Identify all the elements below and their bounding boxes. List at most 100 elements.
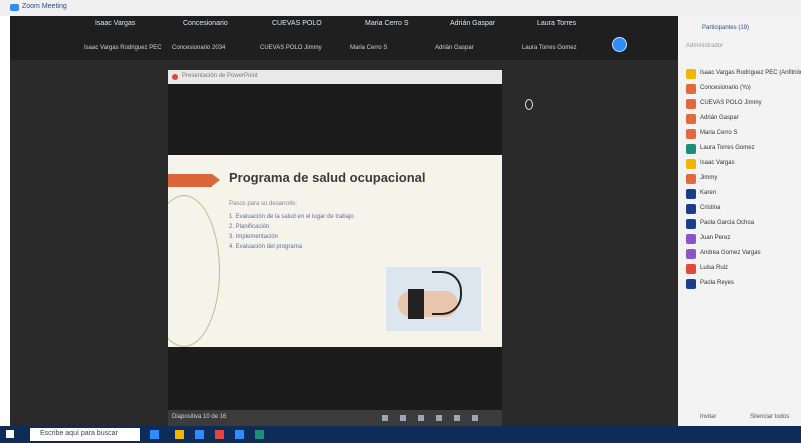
participant-row[interactable]: Maria Cerro S xyxy=(686,128,801,140)
slide-list-item: 1. Evaluación de la salud en el lugar de… xyxy=(229,214,354,220)
participant-avatar xyxy=(686,249,696,259)
taskbar-search[interactable]: Escribe aquí para buscar xyxy=(30,428,140,441)
slide-list-item: 4. Evaluación del programa xyxy=(229,244,303,250)
participant-subname: Concesionario 2034 xyxy=(172,45,226,51)
participant-name: Adrián Gaspar xyxy=(700,115,739,121)
window-titlebar: Zoom Meeting xyxy=(0,0,801,16)
search-placeholder: Escribe aquí para buscar xyxy=(40,430,118,437)
panel-footer: Invitar Silenciar todos xyxy=(678,412,801,426)
windows-start-icon[interactable] xyxy=(6,430,14,438)
participant-tile-name[interactable]: Adrián Gaspar xyxy=(450,20,495,27)
task-view-icon[interactable] xyxy=(150,430,159,439)
participant-avatar xyxy=(686,69,696,79)
title-accent-bar xyxy=(168,174,212,187)
participant-subname: Isaac Vargas Rodriguez PEC xyxy=(84,45,162,51)
participant-name: CUEVAS POLO Jimmy xyxy=(700,100,762,106)
participant-tile-name[interactable]: Laura Torres xyxy=(537,20,576,27)
zoom-slider-icon[interactable] xyxy=(472,415,478,421)
participant-subname: CUEVAS POLO Jimmy xyxy=(260,45,322,51)
participant-subname: Maria Cerro S xyxy=(350,45,388,51)
participant-name: Karen xyxy=(700,190,717,196)
slide-intro: Pasos para su desarrollo: xyxy=(229,201,298,207)
participants-panel: Participantes (19) Administrador Isaac V… xyxy=(678,16,801,426)
stethoscope-shape xyxy=(432,271,462,315)
slide-title: Programa de salud ocupacional xyxy=(229,170,426,185)
slide-list-item: 3. Implementación xyxy=(229,234,279,240)
blood-pressure-photo xyxy=(386,267,481,331)
presentation-slide: Programa de salud ocupacional Pasos para… xyxy=(168,155,502,347)
windows-taskbar: Escribe aquí para buscar xyxy=(0,426,801,443)
mute-all-button[interactable]: Silenciar todos xyxy=(750,414,789,420)
participant-row[interactable]: Isaac Vargas Rodriguez PEC (Anfitrión) xyxy=(686,68,801,80)
slide-list-item: 2. Planificación xyxy=(229,224,270,230)
participant-tile-name[interactable]: Isaac Vargas xyxy=(95,20,135,27)
participant-row[interactable]: Karen xyxy=(686,188,801,200)
slide-list: 1. Evaluación de la salud en el lugar de… xyxy=(229,212,354,252)
edge-icon[interactable] xyxy=(195,430,204,439)
participant-avatar xyxy=(686,219,696,229)
participant-row[interactable]: Cristina xyxy=(686,203,801,215)
normal-view-icon[interactable] xyxy=(418,415,424,421)
participant-avatar xyxy=(686,189,696,199)
participant-name: Jimmy xyxy=(700,175,718,181)
cuff-shape xyxy=(408,289,424,319)
participant-name: Cristina xyxy=(700,205,721,211)
invite-button[interactable]: Invitar xyxy=(700,414,716,420)
app-icon[interactable] xyxy=(255,430,264,439)
participant-avatar xyxy=(686,114,696,124)
powerpoint-app-icon[interactable] xyxy=(215,430,224,439)
participant-name: Laura Torres Gomez xyxy=(700,145,755,151)
participant-row[interactable]: Luisa Ruiz xyxy=(686,263,801,275)
participant-avatar xyxy=(686,159,696,169)
slideshow-icon[interactable] xyxy=(454,415,460,421)
mouse-cursor-icon xyxy=(525,99,533,110)
slide-decoration xyxy=(168,195,220,347)
participant-row[interactable]: Laura Torres Gomez xyxy=(686,143,801,155)
participant-row[interactable]: Adrián Gaspar xyxy=(686,113,801,125)
participant-subname: Adrián Gaspar xyxy=(435,45,474,51)
participant-name: Juan Perez xyxy=(700,235,731,241)
explorer-icon[interactable] xyxy=(175,430,184,439)
participant-name: Paola Reyes xyxy=(700,280,735,286)
panel-title: Participantes (19) xyxy=(702,25,750,31)
participant-avatar xyxy=(686,279,696,289)
title-accent-arrow xyxy=(212,174,220,186)
participant-avatar xyxy=(686,84,696,94)
participant-avatar xyxy=(686,174,696,184)
participant-avatar xyxy=(686,204,696,214)
panel-section-label: Administrador xyxy=(686,43,724,49)
participant-name: Isaac Vargas xyxy=(700,160,735,166)
participant-row[interactable]: Concesionario (Yo) xyxy=(686,83,801,95)
zoom-icon xyxy=(10,4,19,11)
participant-row[interactable]: CUEVAS POLO Jimmy xyxy=(686,98,801,110)
next-slide-icon[interactable] xyxy=(400,415,406,421)
active-speaker-icon[interactable] xyxy=(612,37,627,52)
window-title: Zoom Meeting xyxy=(22,3,67,10)
prev-slide-icon[interactable] xyxy=(382,415,388,421)
participant-avatar xyxy=(686,144,696,154)
presentation-controls: Diapositiva 10 de 16 xyxy=(168,410,502,426)
participant-row[interactable]: Jimmy xyxy=(686,173,801,185)
participant-row[interactable]: Juan Perez xyxy=(686,233,801,245)
participant-tile-name[interactable]: Maria Cerro S xyxy=(365,20,409,27)
participant-avatar xyxy=(686,99,696,109)
participant-tile-name[interactable]: CUEVAS POLO xyxy=(272,20,322,27)
participant-name: Paola Garcia Ochoa xyxy=(700,220,755,226)
participant-name: Isaac Vargas Rodriguez PEC (Anfitrión) xyxy=(700,70,801,76)
participant-avatar xyxy=(686,129,696,139)
participant-avatar xyxy=(686,234,696,244)
zoom-app-icon[interactable] xyxy=(235,430,244,439)
participant-row[interactable]: Paola Reyes xyxy=(686,278,801,290)
participant-row[interactable]: Isaac Vargas xyxy=(686,158,801,170)
participant-name: Maria Cerro S xyxy=(700,130,738,136)
shared-window-title: Presentación de PowerPoint xyxy=(182,73,258,79)
shared-window-titlebar: Presentación de PowerPoint xyxy=(168,70,502,84)
participant-avatar xyxy=(686,264,696,274)
reading-view-icon[interactable] xyxy=(436,415,442,421)
slide-counter: Diapositiva 10 de 16 xyxy=(172,414,227,420)
participant-tile-name[interactable]: Concesionario xyxy=(183,20,228,27)
participant-name: Luisa Ruiz xyxy=(700,265,729,271)
participant-row[interactable]: Paola Garcia Ochoa xyxy=(686,218,801,230)
powerpoint-icon xyxy=(172,74,178,80)
participant-row[interactable]: Andrea Gomez Vargas xyxy=(686,248,801,260)
